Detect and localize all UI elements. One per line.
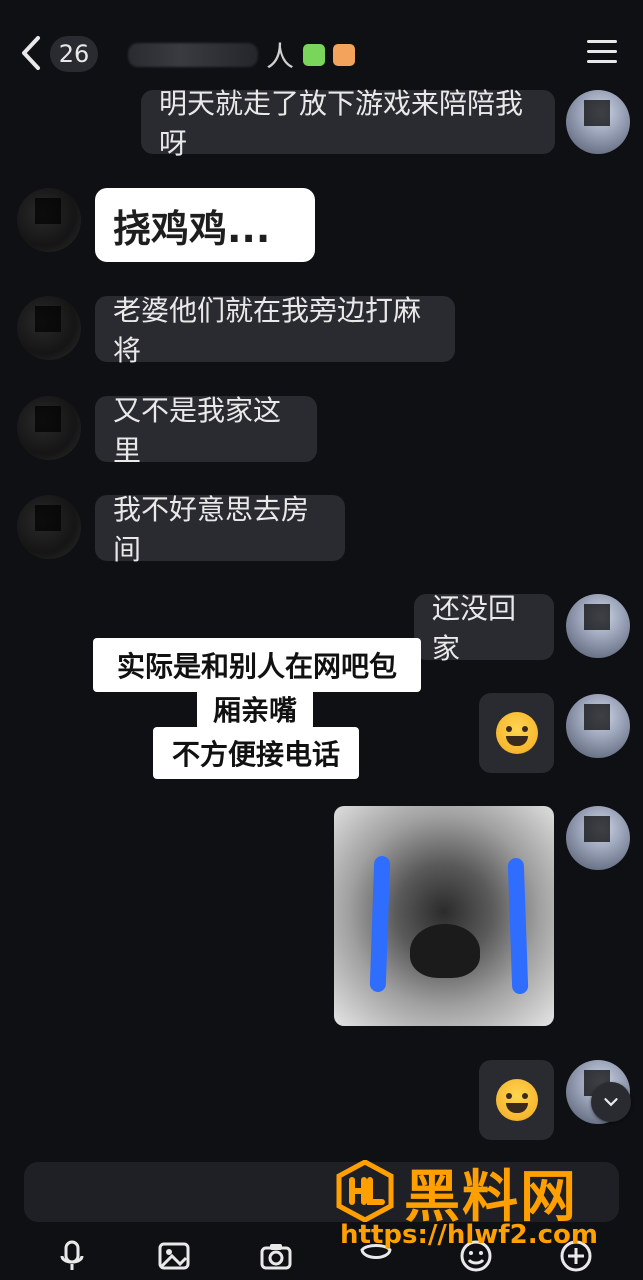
avatar-blur-block: [584, 604, 610, 630]
image-icon: [158, 1242, 190, 1270]
avatar-other[interactable]: [17, 495, 81, 559]
avatar-other[interactable]: [17, 296, 81, 360]
message-text: 明天就走了放下游戏来陪陪我呀: [159, 87, 524, 160]
message-image[interactable]: [334, 806, 554, 1026]
avatar-other[interactable]: [17, 396, 81, 460]
menu-line: [587, 50, 617, 53]
message-bubble-sticker[interactable]: 挠鸡鸡...: [95, 188, 315, 262]
overlay-caption-line: 实际是和别人在网吧包: [93, 638, 421, 692]
avatar-blur-block: [35, 505, 61, 531]
menu-line: [587, 40, 617, 43]
avatar-blur-block: [584, 816, 610, 842]
avatar-blur-block: [584, 704, 610, 730]
message-bubble[interactable]: 明天就走了放下游戏来陪陪我呀: [141, 87, 555, 160]
scroll-down-button[interactable]: [591, 1082, 631, 1122]
crying-face-icon: [495, 1079, 538, 1121]
message-text: 又不是我家这里: [113, 394, 282, 467]
overlay-caption-line: 厢亲嘴: [197, 688, 313, 730]
message-bubble[interactable]: 还没回家: [414, 592, 554, 665]
mic-icon: [60, 1240, 84, 1270]
caption-text: 厢亲嘴: [212, 694, 297, 727]
top-bar: 26 人: [0, 0, 643, 90]
orange-v-icon: [333, 44, 356, 66]
pleading-face-icon: [495, 712, 538, 754]
chevron-down-icon: [604, 1098, 618, 1107]
avatar-me[interactable]: [566, 694, 630, 758]
message-text: 我不好意思去房间: [113, 493, 310, 566]
message-bubble-emoji[interactable]: [479, 1060, 554, 1140]
tear-line: [507, 857, 529, 995]
overlay-caption-line: 不方便接电话: [153, 727, 359, 779]
watermark-url: https://hlwf2.com: [340, 1220, 598, 1250]
back-button[interactable]: [18, 34, 44, 72]
message-bubble-emoji[interactable]: [479, 693, 554, 773]
watermark: 黑料网 https://hlwf2.com: [334, 1150, 629, 1262]
avatar-blur-block: [35, 198, 61, 224]
avatar-blur-block: [35, 406, 61, 432]
avatar-blur-block: [584, 100, 610, 126]
caption-text: 不方便接电话: [171, 738, 340, 771]
avatar-blur-block: [35, 306, 61, 332]
chat-title: 人: [128, 38, 356, 73]
avatar-other[interactable]: [17, 188, 81, 252]
chevron-left-icon: [22, 36, 40, 70]
green-h-icon: [303, 44, 326, 66]
mic-button[interactable]: [52, 1236, 92, 1276]
camera-button[interactable]: [256, 1236, 296, 1276]
blurred-title: [128, 43, 258, 67]
message-bubble[interactable]: 又不是我家这里: [95, 394, 317, 467]
image-button[interactable]: [154, 1236, 194, 1276]
message-bubble[interactable]: 我不好意思去房间: [95, 493, 345, 566]
avatar-me[interactable]: [566, 90, 630, 154]
message-text: 挠鸡鸡...: [113, 206, 271, 251]
caption-text: 实际是和别人在网吧包: [116, 650, 397, 683]
avatar-me[interactable]: [566, 594, 630, 658]
menu-line: [587, 60, 617, 63]
tear-line: [369, 855, 391, 993]
message-text: 还没回家: [432, 592, 517, 665]
message-text: 老婆他们就在我旁边打麻将: [113, 294, 422, 367]
hl-logo-icon: [336, 1160, 394, 1222]
title-suffix: 人: [266, 40, 296, 73]
avatar-me[interactable]: [566, 806, 630, 870]
camera-icon: [260, 1244, 292, 1270]
unread-badge[interactable]: 26: [50, 36, 98, 72]
message-bubble[interactable]: 老婆他们就在我旁边打麻将: [95, 294, 455, 367]
menu-button[interactable]: [587, 40, 617, 64]
mouth-shape: [410, 924, 480, 978]
